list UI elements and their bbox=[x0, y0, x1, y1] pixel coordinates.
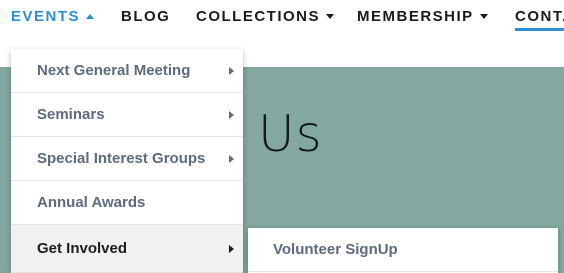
caret-down-icon bbox=[326, 13, 334, 19]
dropdown-item-annual-awards[interactable]: Annual Awards bbox=[11, 181, 243, 225]
top-navigation: EVENTS BLOG COLLECTIONS MEMBERSHIP CONTA bbox=[0, 0, 564, 34]
chevron-right-icon bbox=[229, 111, 234, 119]
dropdown-item-label: Next General Meeting bbox=[37, 62, 191, 79]
nav-contact-underline bbox=[515, 28, 564, 31]
dropdown-item-label: Get Involved bbox=[37, 240, 128, 257]
chevron-right-icon bbox=[229, 67, 234, 75]
dropdown-item-label: Special Interest Groups bbox=[37, 150, 206, 167]
chevron-right-icon bbox=[229, 155, 234, 163]
dropdown-item-label: Seminars bbox=[37, 106, 105, 123]
caret-up-icon bbox=[86, 13, 95, 19]
hero-title: Us bbox=[258, 105, 323, 163]
nav-contact[interactable]: CONTA bbox=[515, 6, 564, 26]
nav-events-label: EVENTS bbox=[11, 7, 81, 25]
submenu-item-volunteer-signup[interactable]: Volunteer SignUp bbox=[248, 228, 558, 272]
caret-down-icon bbox=[479, 13, 488, 19]
dropdown-item-label: Annual Awards bbox=[37, 194, 146, 211]
nav-membership[interactable]: MEMBERSHIP bbox=[357, 6, 488, 26]
dropdown-item-get-involved[interactable]: Get Involved bbox=[11, 225, 243, 273]
nav-events[interactable]: EVENTS bbox=[11, 6, 95, 26]
dropdown-item-special-interest-groups[interactable]: Special Interest Groups bbox=[11, 137, 243, 181]
nav-collections-label: COLLECTIONS bbox=[196, 7, 320, 25]
nav-blog-label: BLOG bbox=[121, 7, 171, 25]
chevron-right-icon bbox=[229, 245, 234, 253]
nav-contact-label: CONTA bbox=[515, 7, 564, 25]
nav-membership-label: MEMBERSHIP bbox=[357, 7, 474, 25]
dropdown-item-seminars[interactable]: Seminars bbox=[11, 93, 243, 137]
events-dropdown-menu: Next General Meeting Seminars Special In… bbox=[11, 49, 243, 273]
get-involved-submenu: Volunteer SignUp bbox=[248, 228, 558, 273]
nav-blog[interactable]: BLOG bbox=[121, 6, 170, 26]
submenu-item-label: Volunteer SignUp bbox=[273, 241, 398, 258]
nav-collections[interactable]: COLLECTIONS bbox=[196, 6, 334, 26]
page: Us EVENTS BLOG COLLECTIONS MEMBERSHIP CO… bbox=[0, 0, 564, 273]
dropdown-item-next-general-meeting[interactable]: Next General Meeting bbox=[11, 49, 243, 93]
